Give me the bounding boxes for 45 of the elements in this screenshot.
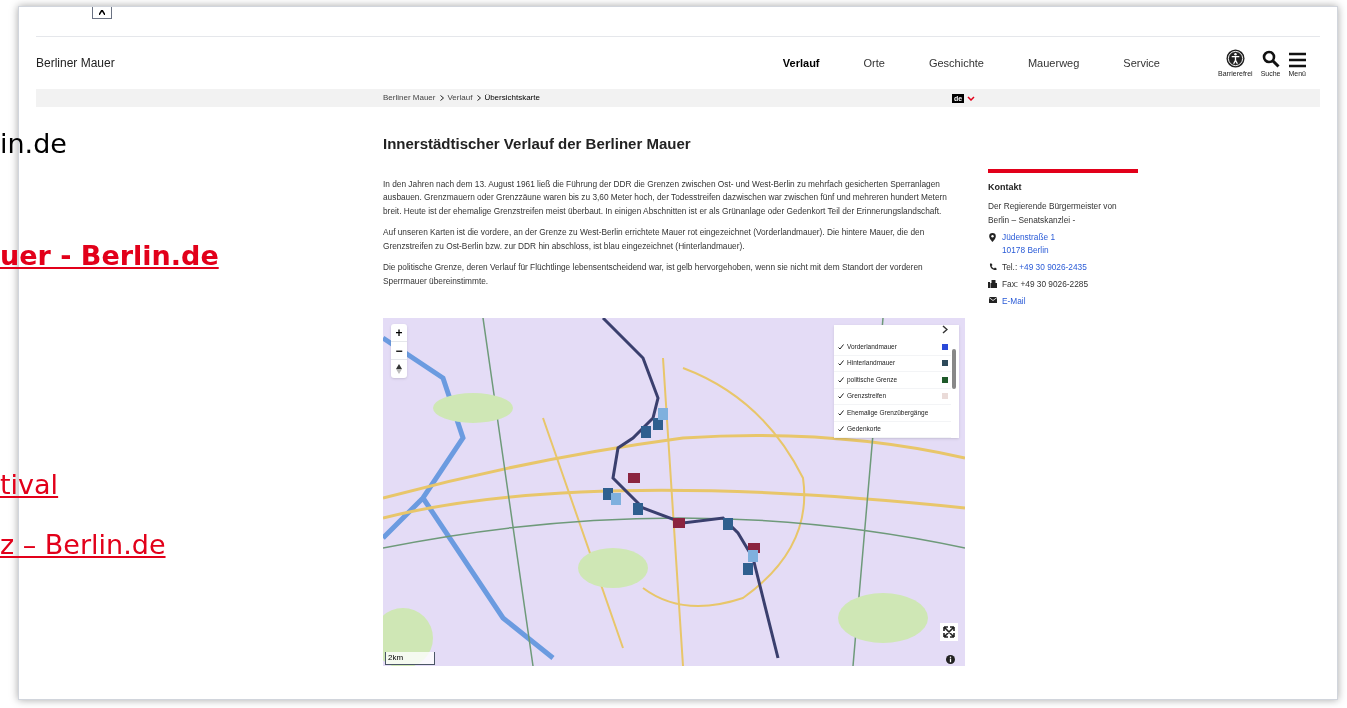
- north-arrow-icon: [396, 364, 402, 374]
- phone-icon: [988, 262, 997, 271]
- address-link[interactable]: 10178 Berlin: [1002, 243, 1056, 257]
- caret-up-icon: [99, 10, 105, 15]
- chevron-right-icon: [440, 95, 445, 101]
- body-paragraph: Die politische Grenze, deren Verlauf für Flüchtlinge lebensentscheidend war, ist gelb hervorgehoben, wenn sie nicht mit dem Standort der vorderen Sperrmauer übereinstimmte.: [383, 261, 924, 288]
- envelope-icon: [988, 296, 997, 303]
- fullscreen-button[interactable]: [940, 623, 958, 641]
- document-link[interactable]: uer - Berlin.de: [0, 238, 219, 274]
- nav-link[interactable]: Mauerweg: [1027, 54, 1080, 72]
- breadcrumb-link[interactable]: Berliner Mauer: [383, 92, 436, 104]
- scale-bar: 2km: [385, 652, 435, 665]
- breadcrumb-link[interactable]: Verlauf: [447, 92, 473, 104]
- document-link[interactable]: z – Berlin.de: [0, 527, 166, 563]
- info-icon[interactable]: [946, 655, 955, 664]
- email-link[interactable]: E-Mail: [1002, 294, 1026, 308]
- zoom-out-button[interactable]: −: [391, 342, 407, 360]
- document-link[interactable]: tival: [0, 467, 59, 503]
- nav-link[interactable]: Verlauf: [782, 54, 820, 72]
- search-icon: [1261, 49, 1280, 68]
- map-pin-icon: [989, 232, 996, 242]
- address-link[interactable]: Jüdenstraße 1: [1002, 230, 1056, 244]
- page-heading: Innerstädtischer Verlauf der Berliner Mauer: [383, 134, 692, 154]
- body-paragraph: In den Jahren nach dem 13. August 1961 ließ die Führung der DDR die Grenzen zwischen Ost- und West-Berlin zu mehrfach gesicherten Sperranlagen ausbauen. Grenzmauern oder Grenzzäune waren bis zu 3,60 Meter hoch, der Todesstreifen dazwischen war zwischen fünf und mehreren hundert Metern breit. Heute ist der ehemalige Grenzstreifen meist überbaut. In einigen Abschnitten ist er als Grünanlage oder Gedenkort Teil der Erinnerungslandschaft.: [383, 177, 948, 218]
- fax-icon: [988, 279, 997, 288]
- nav-link[interactable]: Geschichte: [928, 54, 984, 72]
- fax-text: Fax: +49 30 9026-2285: [1002, 277, 1089, 291]
- contact-heading: Kontakt: [988, 181, 1023, 194]
- site-title[interactable]: Berliner Mauer: [36, 54, 115, 72]
- chevron-down-icon[interactable]: [967, 95, 976, 101]
- nav-link[interactable]: Orte: [863, 54, 885, 72]
- phone-label: Tel.:: [1002, 260, 1018, 274]
- scroll-top-button[interactable]: [92, 7, 112, 19]
- contact-organisation: Der Regierende Bürgermeister von Berlin – Senatskanzlei -: [988, 199, 1118, 227]
- body-paragraph: Auf unseren Karten ist die vordere, an der Grenze zu West-Berlin errichtete Mauer rot eingezeichnet (Vorderlandmauer). Die hintere Mauer, die den Grenzstreifen zu Ost-Berlin bzw. zur DDR hin abschloss, ist blau eingezeichnet (Hinterlandmauer).: [383, 226, 926, 253]
- document-text: in.de: [0, 127, 67, 161]
- nav-link[interactable]: Service: [1123, 54, 1160, 72]
- zoom-in-button[interactable]: +: [391, 324, 407, 342]
- phone-link[interactable]: +49 30 9026-2435: [1019, 260, 1087, 274]
- accessibility-icon: [1225, 48, 1245, 68]
- expand-icon: [943, 626, 955, 638]
- menu-icon: [1288, 51, 1306, 68]
- chevron-right-icon: [477, 95, 482, 101]
- chevron-right-icon[interactable]: [942, 325, 948, 334]
- breadcrumb-link[interactable]: Übersichtskarte: [484, 92, 540, 104]
